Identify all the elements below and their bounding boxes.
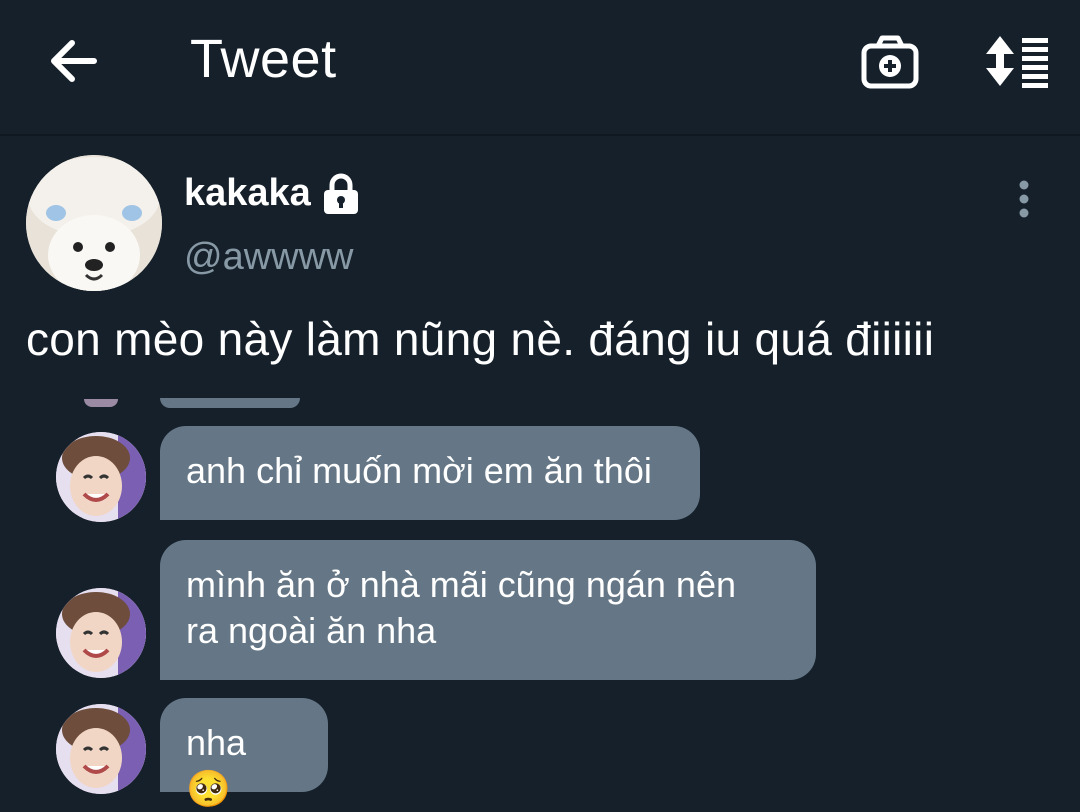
cropped-avatar-edge (84, 399, 118, 407)
page-title: Tweet (190, 29, 337, 89)
lock-icon (323, 173, 358, 214)
cropped-message-bubble (160, 398, 300, 408)
chat-avatar (56, 704, 146, 794)
sort-button[interactable] (982, 34, 1052, 88)
user-handle[interactable]: @awwww (184, 236, 353, 279)
display-name[interactable]: kakaka (184, 172, 361, 215)
dog-avatar-image (26, 155, 162, 291)
person-avatar-image (56, 588, 146, 678)
arrow-left-icon (51, 40, 97, 82)
app-bar: Tweet (0, 0, 1080, 136)
camera-button[interactable] (860, 34, 920, 90)
chat-message-bubble: mình ăn ở nhà mãi cũng ngán nên ra ngoài… (160, 540, 816, 680)
back-button[interactable] (48, 38, 98, 84)
display-name-text: kakaka (184, 172, 311, 214)
chat-message-text: nha (186, 722, 247, 763)
pleading-face-emoji: 🥺 (186, 768, 231, 809)
chat-avatar (56, 588, 146, 678)
tweet-text: con mèo này làm nũng nè. đáng iu quá đii… (26, 313, 935, 365)
chat-message-bubble: anh chỉ muốn mời em ăn thôi (160, 426, 700, 520)
more-vertical-icon (1019, 180, 1029, 218)
person-avatar-image (56, 432, 146, 522)
camera-plus-icon (861, 35, 919, 89)
chat-message-text: anh chỉ muốn mời em ăn thôi (186, 450, 652, 491)
chat-message-line: mình ăn ở nhà mãi cũng ngán nên (186, 564, 736, 605)
avatar[interactable] (26, 155, 162, 291)
chat-avatar (56, 432, 146, 522)
more-options-button[interactable] (1008, 180, 1040, 220)
person-avatar-image (56, 704, 146, 794)
chat-message-bubble: nha 🥺 (160, 698, 328, 809)
sort-list-icon (986, 36, 1048, 88)
chat-message-line: ra ngoài ăn nha (186, 610, 437, 651)
